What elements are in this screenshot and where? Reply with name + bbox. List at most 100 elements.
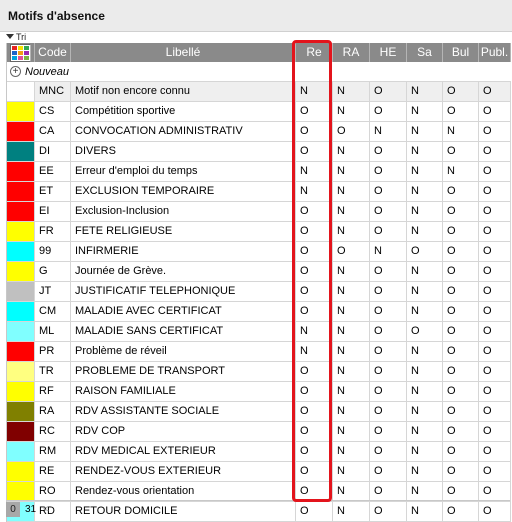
palette-swatch: [18, 45, 23, 50]
table-row[interactable]: EI Exclusion-Inclusion O N O N O O: [7, 202, 511, 222]
row-sa: N: [407, 462, 443, 481]
row-he: O: [370, 262, 407, 281]
row-sa: N: [407, 342, 443, 361]
row-color-swatch: [7, 462, 35, 481]
row-code: EE: [35, 162, 71, 181]
row-bul: O: [443, 422, 479, 441]
table-row[interactable]: CM MALADIE AVEC CERTIFICAT O N O N O O: [7, 302, 511, 322]
row-libelle: EXCLUSION TEMPORAIRE: [71, 182, 296, 201]
row-publ: O: [479, 322, 511, 341]
header-libelle[interactable]: Libellé: [71, 43, 296, 62]
table-row[interactable]: PR Problème de réveil N N O N O O: [7, 342, 511, 362]
header-publ[interactable]: Publ.: [479, 43, 511, 62]
table-row[interactable]: G Journée de Grève. O N O N O O: [7, 262, 511, 282]
row-libelle: Problème de réveil: [71, 342, 296, 361]
row-bul: O: [443, 82, 479, 101]
row-he: N: [370, 242, 407, 261]
table-row[interactable]: CA CONVOCATION ADMINISTRATIV O O N N N O: [7, 122, 511, 142]
new-item-row[interactable]: + Nouveau: [7, 62, 511, 82]
row-libelle: RDV COP: [71, 422, 296, 441]
row-ra: N: [333, 402, 370, 421]
row-re: O: [296, 262, 333, 281]
header-ra[interactable]: RA: [333, 43, 370, 62]
row-publ: O: [479, 122, 511, 141]
row-ra: N: [333, 302, 370, 321]
row-code: PR: [35, 342, 71, 361]
table-row[interactable]: JT JUSTIFICATIF TELEPHONIQUE O N O N O O: [7, 282, 511, 302]
row-libelle: RENDEZ-VOUS EXTERIEUR: [71, 462, 296, 481]
new-item-label: Nouveau: [25, 65, 70, 78]
palette-swatch: [12, 45, 17, 50]
header-he[interactable]: HE: [370, 43, 407, 62]
row-publ: O: [479, 142, 511, 161]
row-re: O: [296, 122, 333, 141]
header-sa[interactable]: Sa: [407, 43, 443, 62]
row-he: O: [370, 462, 407, 481]
row-color-swatch: [7, 482, 35, 501]
table-row[interactable]: RM RDV MEDICAL EXTERIEUR O N O N O O: [7, 442, 511, 462]
table-row[interactable]: RC RDV COP O N O N O O: [7, 422, 511, 442]
header-bul[interactable]: Bul: [443, 43, 479, 62]
row-bul: O: [443, 342, 479, 361]
header-code[interactable]: Code: [35, 43, 71, 62]
table-row[interactable]: CS Compétition sportive O N O N O O: [7, 102, 511, 122]
row-publ: O: [479, 242, 511, 261]
row-he: O: [370, 182, 407, 201]
table-row[interactable]: RF RAISON FAMILIALE O N O N O O: [7, 382, 511, 402]
row-code: CA: [35, 122, 71, 141]
table-row[interactable]: 99 INFIRMERIE O O N O O O: [7, 242, 511, 262]
row-bul: O: [443, 262, 479, 281]
row-re: N: [296, 182, 333, 201]
row-re: O: [296, 282, 333, 301]
table-row[interactable]: ET EXCLUSION TEMPORAIRE N N O N O O: [7, 182, 511, 202]
row-sa: N: [407, 422, 443, 441]
row-sa: N: [407, 262, 443, 281]
table-row[interactable]: RE RENDEZ-VOUS EXTERIEUR O N O N O O: [7, 462, 511, 482]
palette-swatch: [18, 55, 23, 60]
row-ra: N: [333, 142, 370, 161]
row-libelle: Journée de Grève.: [71, 262, 296, 281]
row-color-swatch: [7, 222, 35, 241]
row-libelle: INFIRMERIE: [71, 242, 296, 261]
table-row[interactable]: RO Rendez-vous orientation O N O N O O: [7, 482, 511, 502]
row-ra: N: [333, 422, 370, 441]
row-re: O: [296, 142, 333, 161]
absence-reasons-table: Code Libellé Re RA HE Sa Bul Publ. + Nou…: [6, 43, 511, 522]
row-he: O: [370, 402, 407, 421]
row-code: CS: [35, 102, 71, 121]
table-row[interactable]: EE Erreur d'emploi du temps N N O N N O: [7, 162, 511, 182]
row-code: FR: [35, 222, 71, 241]
table-row[interactable]: RA RDV ASSISTANTE SOCIALE O N O N O O: [7, 402, 511, 422]
table-row[interactable]: DI DIVERS O N O N O O: [7, 142, 511, 162]
row-publ: O: [479, 222, 511, 241]
row-re: O: [296, 422, 333, 441]
row-publ: O: [479, 402, 511, 421]
row-libelle: RDV ASSISTANTE SOCIALE: [71, 402, 296, 421]
row-code: TR: [35, 362, 71, 381]
row-he: O: [370, 142, 407, 161]
row-sa: O: [407, 322, 443, 341]
row-publ: O: [479, 442, 511, 461]
row-sa: N: [407, 382, 443, 401]
table-row[interactable]: ML MALADIE SANS CERTIFICAT N N O O O O: [7, 322, 511, 342]
sort-toggle[interactable]: Tri: [6, 32, 26, 43]
selected-count: 0: [6, 502, 20, 517]
row-ra: N: [333, 462, 370, 481]
table-row[interactable]: TR PROBLEME DE TRANSPORT O N O N O O: [7, 362, 511, 382]
row-re: O: [296, 102, 333, 121]
palette-swatch: [12, 50, 17, 55]
header-re[interactable]: Re: [296, 43, 333, 62]
table-body: MNC Motif non encore connu N N O N O O CS Compéti…: [7, 82, 511, 522]
color-column-header[interactable]: [7, 43, 35, 62]
row-libelle: MALADIE AVEC CERTIFICAT: [71, 302, 296, 321]
scroll-left-arrow-icon[interactable]: <: [43, 504, 49, 515]
row-ra: O: [333, 242, 370, 261]
row-code: JT: [35, 282, 71, 301]
table-row[interactable]: MNC Motif non encore connu N N O N O O: [7, 82, 511, 102]
row-ra: N: [333, 482, 370, 501]
row-sa: N: [407, 142, 443, 161]
row-ra: N: [333, 342, 370, 361]
row-bul: O: [443, 182, 479, 201]
table-row[interactable]: FR FETE RELIGIEUSE O N O N O O: [7, 222, 511, 242]
row-ra: N: [333, 162, 370, 181]
